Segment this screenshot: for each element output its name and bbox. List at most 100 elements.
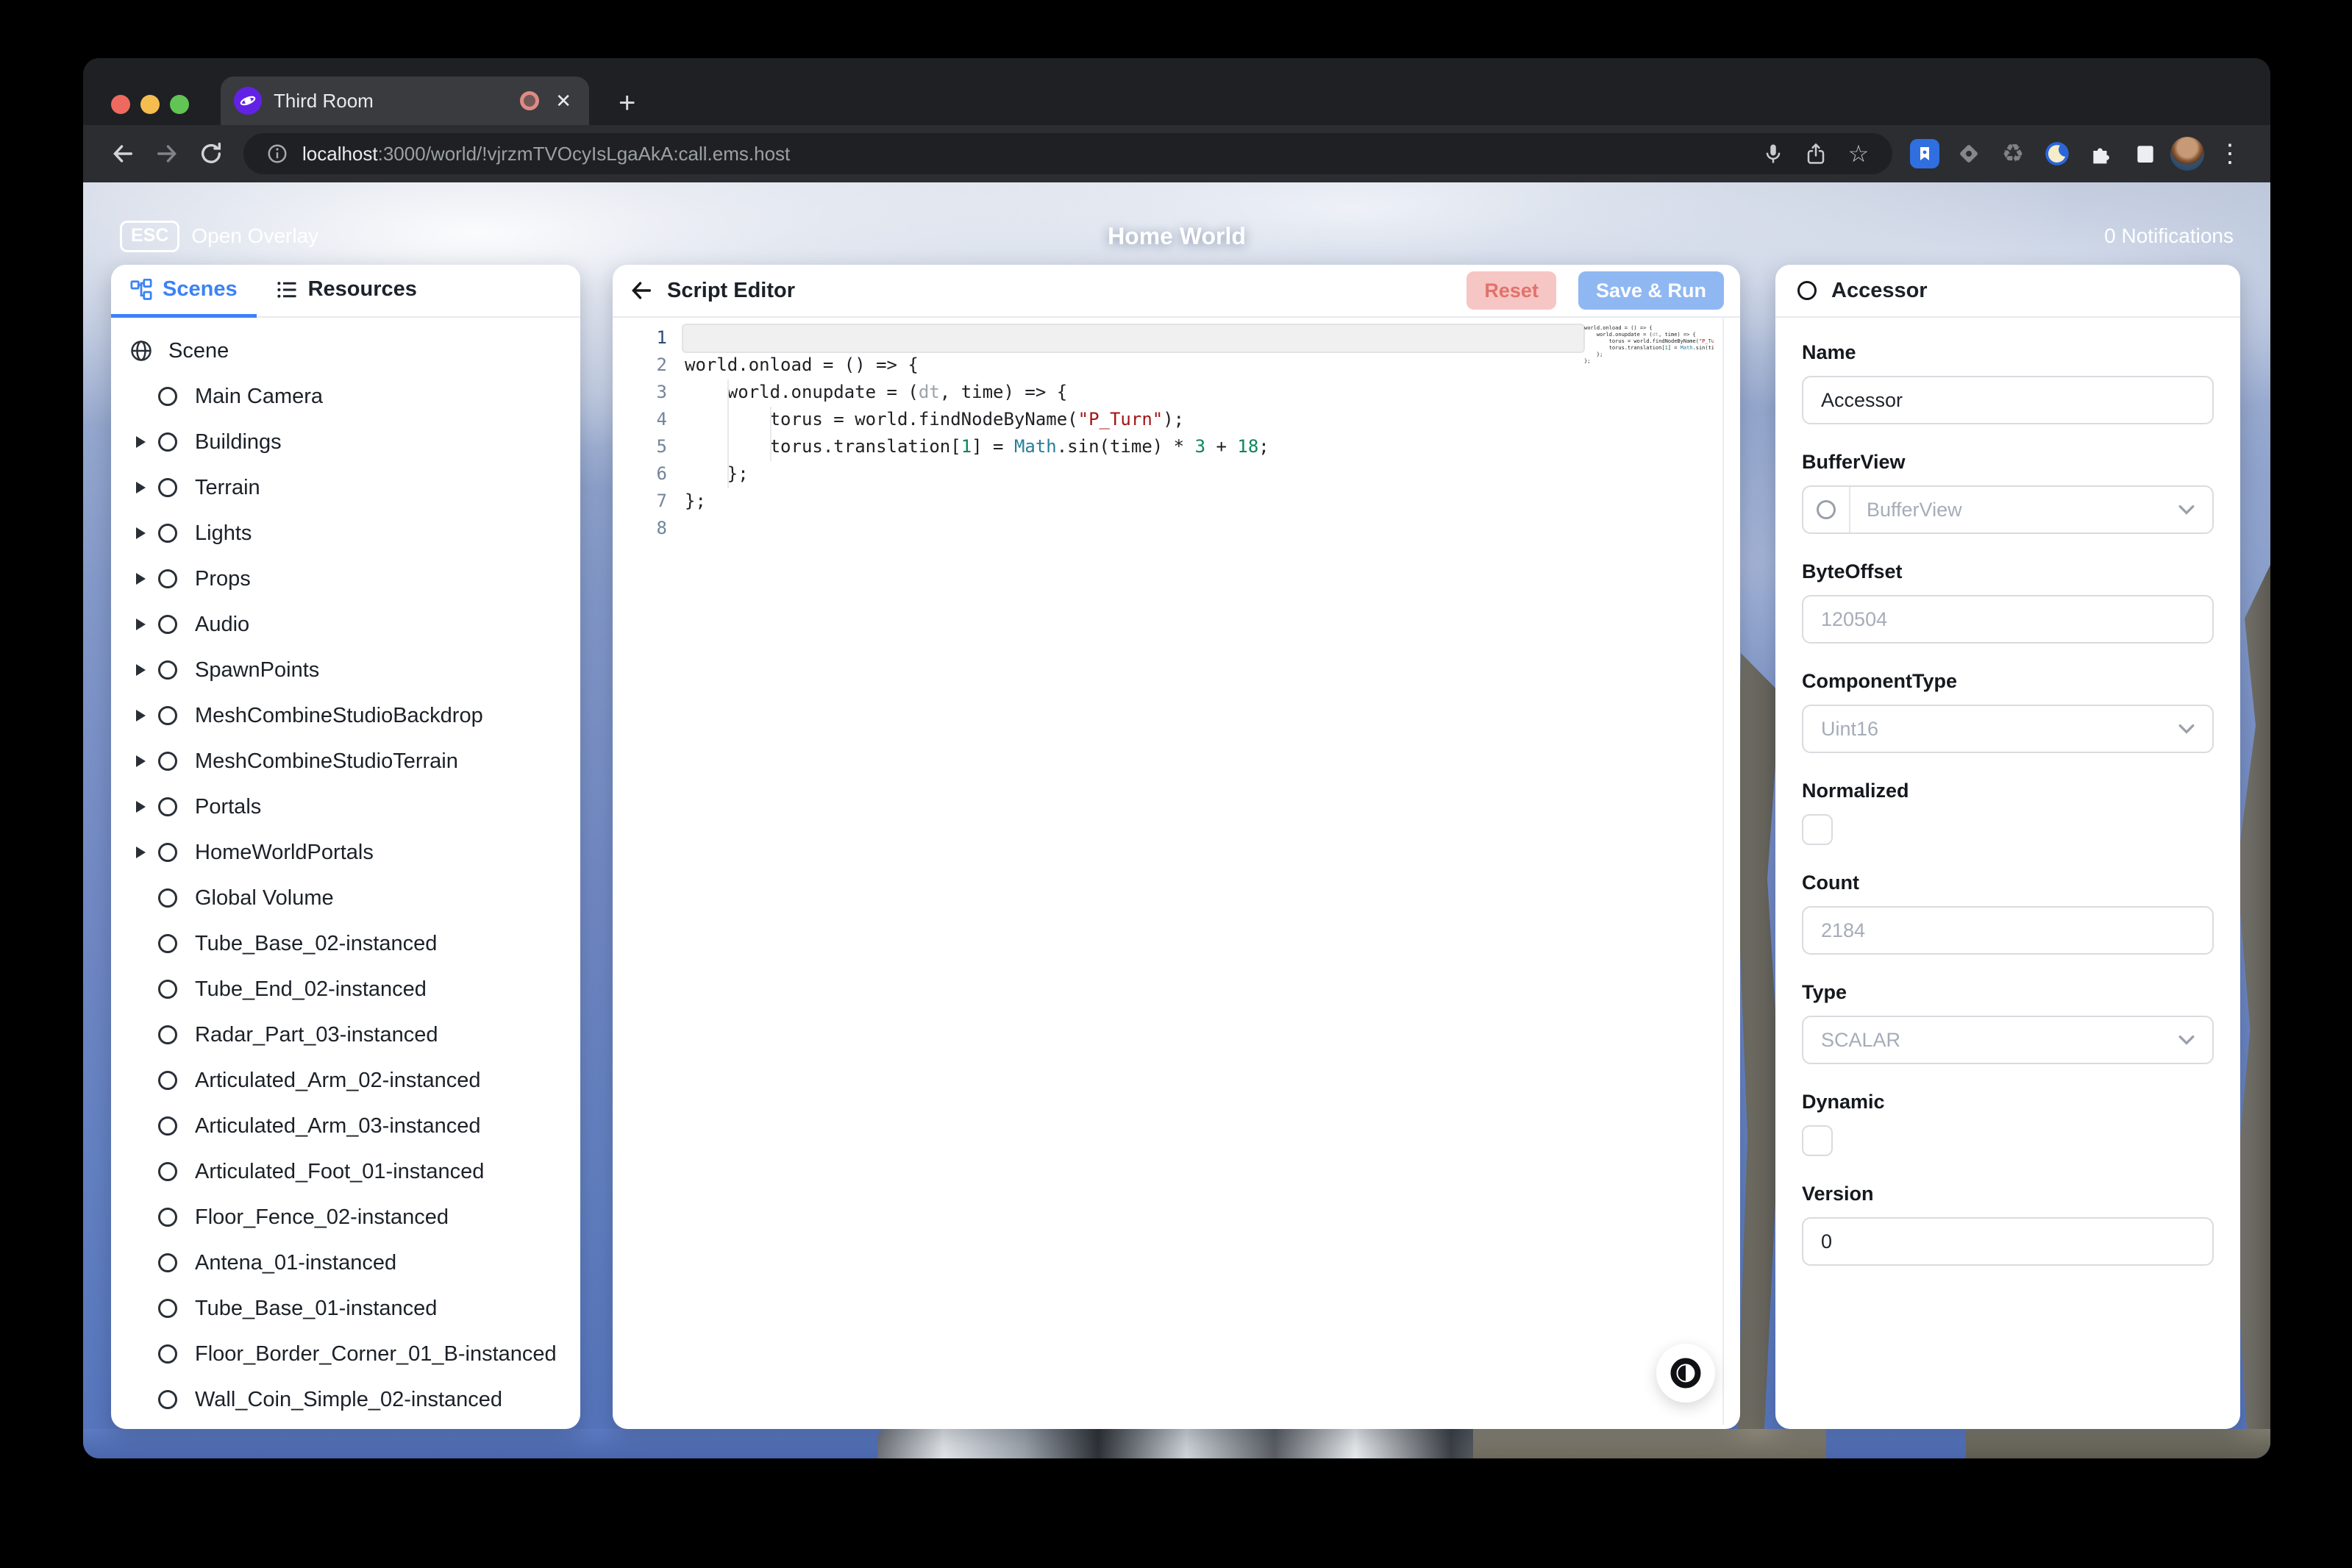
expand-arrow-icon[interactable]	[136, 892, 152, 904]
checkbox[interactable]	[1802, 814, 1833, 845]
tree-row[interactable]: Articulated_Arm_02-instanced	[111, 1058, 580, 1103]
reset-button[interactable]: Reset	[1467, 271, 1556, 310]
tree-row[interactable]: Terrain	[111, 465, 580, 510]
tree-row[interactable]: Floor_Fence_02-instanced	[111, 1194, 580, 1240]
new-tab-button[interactable]: +	[610, 88, 644, 118]
tree-row[interactable]: Main Camera	[111, 374, 580, 419]
minimap[interactable]: world.onload = () => { world.onupdate = …	[1584, 325, 1714, 365]
expand-arrow-icon[interactable]	[136, 573, 152, 585]
scenes-panel: Scenes Resources Scene Main Camera Build…	[111, 265, 580, 1429]
tab-close-icon[interactable]: ✕	[551, 90, 576, 113]
tab-scenes[interactable]: Scenes	[111, 265, 257, 318]
code-line[interactable]: 5 torus.translation[1] = Math.sin(time) …	[623, 432, 1725, 460]
select-dropdown[interactable]: SCALAR	[1802, 1016, 2214, 1064]
tree-row[interactable]: HomeWorldPortals	[111, 830, 580, 875]
save-and-run-button[interactable]: Save & Run	[1578, 271, 1724, 310]
tree-row[interactable]: Audio	[111, 602, 580, 647]
open-overlay-shortcut[interactable]: ESC Open Overlay	[120, 221, 318, 252]
expand-arrow-icon[interactable]	[136, 619, 152, 630]
dark-mode-extension-icon[interactable]	[2038, 135, 2076, 173]
code-line[interactable]: 7 };	[623, 487, 1725, 514]
expand-arrow-icon[interactable]	[136, 1029, 152, 1041]
forward-button[interactable]	[148, 135, 186, 173]
code-line[interactable]: 1	[623, 324, 1725, 351]
code-editor[interactable]: 1 2 world.onload = () => { 3 world.onupd…	[613, 318, 1740, 1429]
expand-arrow-icon[interactable]	[136, 983, 152, 995]
tree-row[interactable]: Global Volume	[111, 875, 580, 921]
code-line[interactable]: 4 torus = world.findNodeByName("P_Turn")…	[623, 405, 1725, 432]
site-info-icon[interactable]	[260, 136, 295, 171]
expand-arrow-icon[interactable]	[136, 436, 152, 448]
url-bar[interactable]: localhost:3000/world/!vjrzmTVOcyIsLgaAkA…	[243, 133, 1892, 174]
expand-arrow-icon[interactable]	[136, 1211, 152, 1223]
recycle-extension-icon[interactable]: ♻	[1994, 135, 2032, 173]
tree-row[interactable]: Tube_Base_02-instanced	[111, 921, 580, 966]
expand-arrow-icon[interactable]	[136, 1257, 152, 1269]
zoom-window-button[interactable]	[170, 95, 189, 114]
tree-row[interactable]: Articulated_Arm_03-instanced	[111, 1103, 580, 1149]
select-dropdown[interactable]: Uint16	[1802, 705, 2214, 753]
tree-row[interactable]: Tube_Base_01-instanced	[111, 1286, 580, 1331]
tree-row[interactable]: Antena_01-instanced	[111, 1240, 580, 1286]
close-window-button[interactable]	[111, 95, 130, 114]
tree-row-label: Buildings	[195, 430, 282, 455]
back-button[interactable]	[104, 135, 142, 173]
expand-arrow-icon[interactable]	[136, 1348, 152, 1360]
browser-tab[interactable]: Third Room ✕	[221, 76, 589, 125]
tree-row-scene-root[interactable]: Scene	[111, 328, 580, 374]
expand-arrow-icon[interactable]	[136, 482, 152, 493]
password-manager-extension-icon[interactable]	[1906, 135, 1944, 173]
tree-row[interactable]: Floor_Border_Corner_01_B-instanced	[111, 1331, 580, 1377]
reload-button[interactable]	[192, 135, 230, 173]
microphone-icon[interactable]	[1756, 136, 1791, 171]
expand-arrow-icon[interactable]	[136, 1120, 152, 1132]
tree-row[interactable]: Wall_Coin_Simple_02-instanced	[111, 1377, 580, 1422]
expand-arrow-icon[interactable]	[136, 938, 152, 949]
expand-arrow-icon[interactable]	[136, 710, 152, 721]
tree-row[interactable]: Lights	[111, 510, 580, 556]
extension-diamond-icon[interactable]	[1950, 135, 1988, 173]
tree-row[interactable]: MeshCombineStudioBackdrop	[111, 693, 580, 738]
expand-arrow-icon[interactable]	[136, 755, 152, 767]
text-input[interactable]: 120504	[1802, 595, 2214, 644]
text-input[interactable]: Accessor	[1802, 376, 2214, 424]
expand-arrow-icon[interactable]	[136, 801, 152, 813]
expand-arrow-icon[interactable]	[136, 847, 152, 858]
tree-row[interactable]: SpawnPoints	[111, 647, 580, 693]
notifications-counter[interactable]: 0 Notifications	[2104, 224, 2234, 248]
code-line[interactable]: 2 world.onload = () => {	[623, 351, 1725, 378]
theme-toggle-button[interactable]	[1656, 1344, 1715, 1403]
expand-arrow-icon[interactable]	[136, 1075, 152, 1086]
select-dropdown[interactable]: BufferView	[1802, 485, 2214, 534]
tree-row[interactable]: Buildings	[111, 419, 580, 465]
text-input[interactable]: 0	[1802, 1217, 2214, 1266]
tree-row[interactable]: Portals	[111, 784, 580, 830]
extensions-puzzle-icon[interactable]	[2082, 135, 2120, 173]
expand-arrow-icon[interactable]	[136, 527, 152, 539]
expand-arrow-icon[interactable]	[136, 664, 152, 676]
tree-row[interactable]: MeshCombineStudioTerrain	[111, 738, 580, 784]
node-circle-icon	[158, 387, 177, 406]
minimize-window-button[interactable]	[140, 95, 160, 114]
expand-arrow-icon[interactable]	[136, 1394, 152, 1405]
tree-row[interactable]: Props	[111, 556, 580, 602]
code-line[interactable]: 6 };	[623, 460, 1725, 487]
text-input[interactable]: 2184	[1802, 906, 2214, 955]
share-icon[interactable]	[1798, 136, 1834, 171]
profile-avatar[interactable]	[2170, 137, 2204, 171]
tree-row[interactable]: Tube_End_02-instanced	[111, 966, 580, 1012]
expand-arrow-icon[interactable]	[136, 1302, 152, 1314]
side-panel-icon[interactable]	[2126, 135, 2164, 173]
browser-menu-icon[interactable]: ⋮	[2210, 139, 2250, 168]
expand-arrow-icon[interactable]	[136, 1166, 152, 1177]
globe-icon	[130, 340, 152, 362]
tab-resources[interactable]: Resources	[257, 265, 436, 318]
tree-row[interactable]: Articulated_Foot_01-instanced	[111, 1149, 580, 1194]
checkbox[interactable]	[1802, 1125, 1833, 1156]
code-line[interactable]: 8	[623, 514, 1725, 541]
back-arrow-icon[interactable]	[629, 278, 654, 303]
code-line[interactable]: 3 world.onupdate = (dt, time) => {	[623, 378, 1725, 405]
expand-arrow-icon[interactable]	[136, 391, 152, 402]
bookmark-star-icon[interactable]: ☆	[1841, 136, 1876, 171]
tree-row[interactable]: Radar_Part_03-instanced	[111, 1012, 580, 1058]
